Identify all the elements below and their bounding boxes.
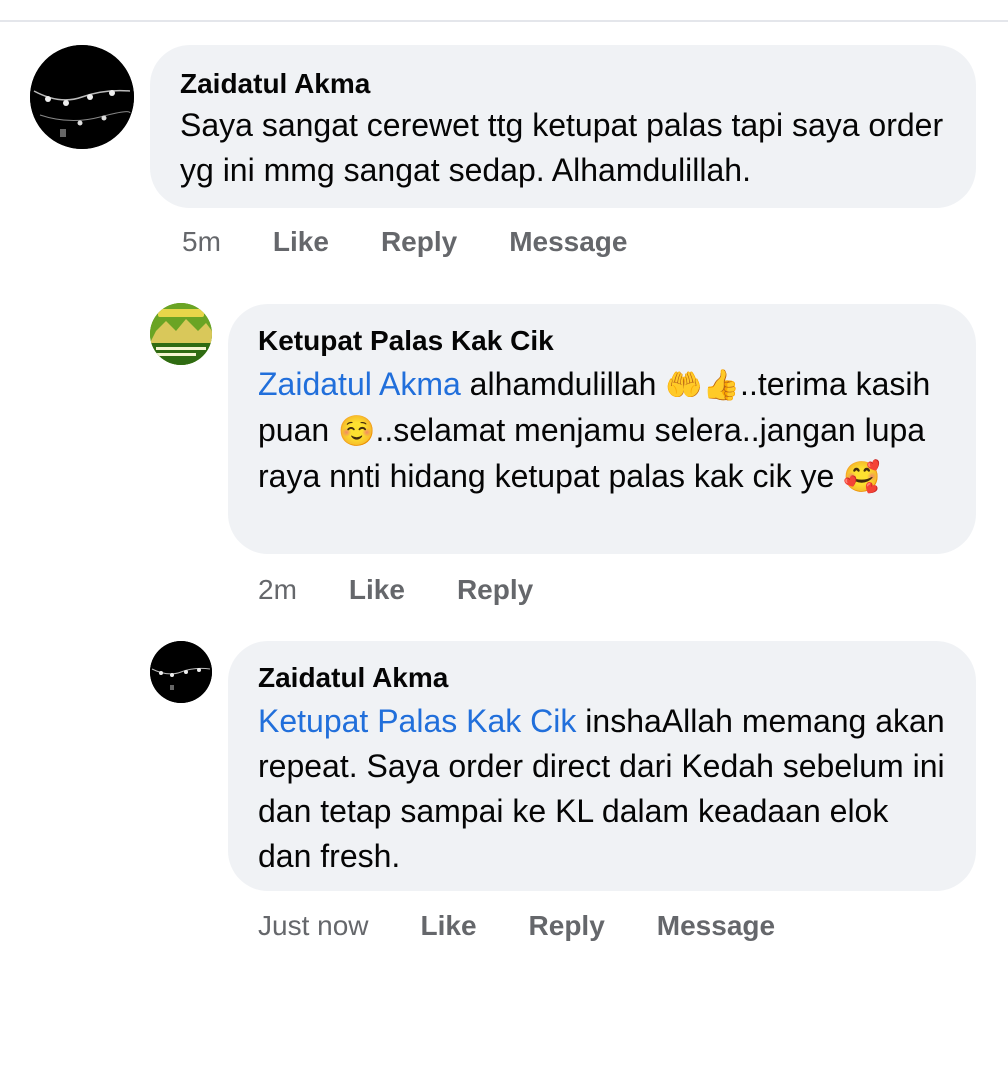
comment-author[interactable]: Zaidatul Akma [258, 661, 946, 695]
comment-text: Ketupat Palas Kak Cik inshaAllah memang … [258, 699, 946, 879]
string-lights-icon [150, 641, 212, 703]
comment-timestamp: Just now [258, 910, 369, 941]
reply-item: Zaidatul Akma Ketupat Palas Kak Cik insh… [0, 0, 1008, 1000]
reply-actions: Just now Like Reply Message [258, 910, 827, 942]
like-button[interactable]: Like [421, 910, 477, 942]
reply-button[interactable]: Reply [529, 910, 605, 942]
mention-link[interactable]: Ketupat Palas Kak Cik [258, 703, 576, 739]
reply-bubble: Zaidatul Akma Ketupat Palas Kak Cik insh… [228, 641, 976, 891]
avatar-string-lights[interactable] [150, 641, 212, 703]
message-button[interactable]: Message [657, 910, 775, 942]
